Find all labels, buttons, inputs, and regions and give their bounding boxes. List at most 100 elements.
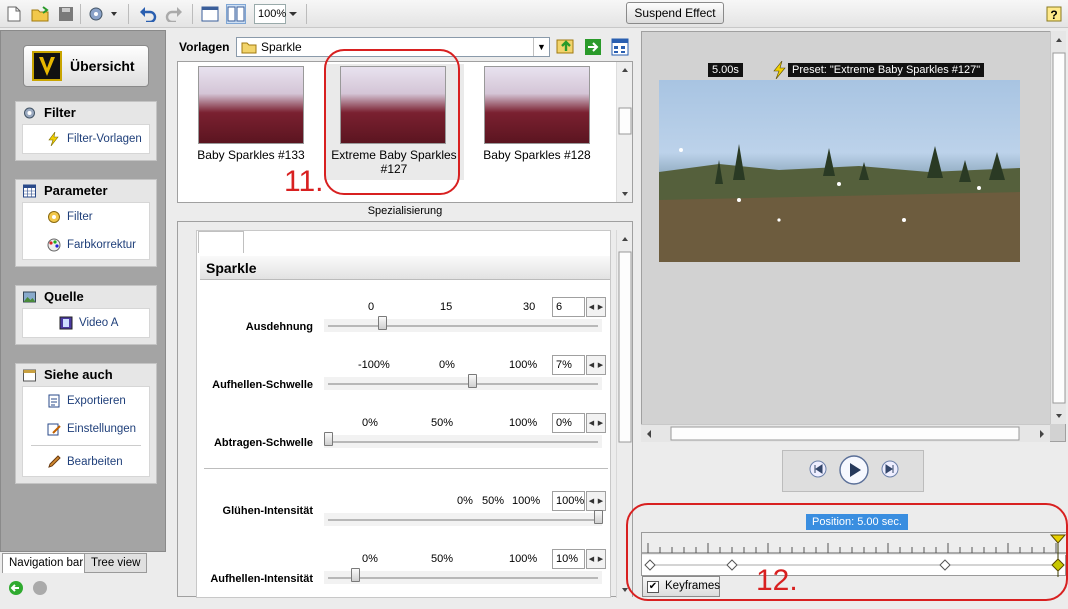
toolbar-separator xyxy=(306,4,307,24)
param-label: Aufhellen-Schwelle xyxy=(212,379,313,391)
gallery-scrollbar[interactable] xyxy=(616,62,632,202)
forward-disabled-icon[interactable] xyxy=(32,580,48,596)
param-spinner[interactable]: ◀ ▶ xyxy=(586,297,606,317)
next-frame-icon[interactable] xyxy=(881,460,899,478)
nav-item-einstellungen[interactable]: Einstellungen xyxy=(23,415,149,443)
param-value-field[interactable]: 100% xyxy=(552,491,585,511)
zoom-dropdown-icon[interactable] xyxy=(286,4,300,24)
nav-item-video-a[interactable]: Video A xyxy=(23,309,149,337)
preset-item[interactable]: Baby Sparkles #133 xyxy=(180,64,314,180)
folder-up-icon[interactable] xyxy=(556,36,576,56)
single-view-icon[interactable] xyxy=(200,4,220,24)
param-slider-track[interactable] xyxy=(324,435,602,448)
preset-thumbnail xyxy=(198,66,304,144)
nav-group-body: Filter Farbkorrektur xyxy=(22,202,150,260)
nav-item-filter-vorlagen[interactable]: Filter-Vorlagen xyxy=(23,125,149,153)
arrow-left-icon[interactable]: ◀ xyxy=(587,298,596,316)
tick-label: 100% xyxy=(509,359,538,371)
param-slider-thumb[interactable] xyxy=(594,510,603,524)
param-spinner[interactable]: ◀ ▶ xyxy=(586,413,606,433)
play-icon[interactable] xyxy=(839,455,869,485)
tab-tree-view[interactable]: Tree view xyxy=(84,553,148,573)
previous-frame-icon[interactable] xyxy=(809,460,827,478)
zoom-field[interactable]: 100% xyxy=(254,4,286,24)
arrow-left-icon[interactable]: ◀ xyxy=(587,492,596,510)
param-spinner[interactable]: ◀ ▶ xyxy=(586,549,606,569)
brush-icon xyxy=(48,455,61,468)
suspend-effect-button[interactable]: Suspend Effect xyxy=(626,2,724,24)
param-slider-track[interactable] xyxy=(324,319,602,332)
lightning-icon xyxy=(48,132,59,146)
nav-group-siehe-auch: Siehe auch Exportieren Einstellungen Bea… xyxy=(15,363,157,484)
arrow-left-icon[interactable]: ◀ xyxy=(587,550,596,568)
nav-item-label: Video A xyxy=(79,317,119,329)
back-arrow-icon[interactable] xyxy=(8,580,24,596)
nav-group-title: Filter xyxy=(16,102,156,124)
nav-group-body: Filter-Vorlagen xyxy=(22,124,150,154)
param-slider-thumb[interactable] xyxy=(468,374,478,388)
param-value-field[interactable]: 6 xyxy=(552,297,585,317)
playback-controls xyxy=(782,450,924,492)
preset-folder-value: Sparkle xyxy=(261,40,302,54)
param-spinner[interactable]: ◀ ▶ xyxy=(586,491,606,511)
arrow-right-icon[interactable]: ▶ xyxy=(596,550,605,568)
settings-edit-icon xyxy=(47,423,61,436)
arrow-left-icon[interactable]: ◀ xyxy=(587,356,596,374)
arrow-right-icon[interactable]: ▶ xyxy=(596,298,605,316)
overview-button[interactable]: Übersicht xyxy=(23,45,149,87)
tick-label: 50% xyxy=(431,553,454,565)
param-row: Aufhellen-Intensität 0% 50% 100% 10% ◀ ▶ xyxy=(196,549,611,609)
nav-item-filter[interactable]: Filter xyxy=(23,203,149,231)
arrow-left-icon[interactable]: ◀ xyxy=(587,414,596,432)
arrow-right-icon[interactable]: ▶ xyxy=(596,356,605,374)
image-icon xyxy=(23,291,36,303)
toolbar-separator xyxy=(80,4,81,24)
param-value-field[interactable]: 7% xyxy=(552,355,585,375)
chevron-down-icon[interactable]: ▼ xyxy=(533,38,549,56)
param-spinner[interactable]: ◀ ▶ xyxy=(586,355,606,375)
render-dropdown-icon[interactable] xyxy=(86,4,120,24)
tick-label: 0% xyxy=(439,359,455,371)
tick-label: 0% xyxy=(362,553,378,565)
nav-item-label: Filter-Vorlagen xyxy=(67,133,142,145)
toolbar-separator xyxy=(192,4,193,24)
param-row: Ausdehnung 0 15 30 6 ◀ ▶ xyxy=(196,297,611,357)
preview-horizontal-scrollbar[interactable] xyxy=(641,424,1050,442)
preview-vertical-scrollbar[interactable] xyxy=(1050,31,1066,424)
parameter-tab[interactable] xyxy=(198,231,244,253)
preview-preset-label: Preset: "Extreme Baby Sparkles #127" xyxy=(788,63,985,77)
nav-item-label: Farbkorrektur xyxy=(67,239,137,251)
param-slider-thumb[interactable] xyxy=(324,432,333,446)
logo-icon xyxy=(32,51,62,81)
annotation-label-12: 12. xyxy=(756,564,798,597)
open-folder-icon[interactable] xyxy=(30,4,50,24)
nav-item-exportieren[interactable]: Exportieren xyxy=(23,387,149,415)
nav-group-title: Parameter xyxy=(16,180,156,202)
import-arrow-icon[interactable] xyxy=(584,38,602,56)
nav-item-farbkorrektur[interactable]: Farbkorrektur xyxy=(23,231,149,259)
view-mode-icon[interactable] xyxy=(611,38,629,56)
arrow-right-icon[interactable]: ▶ xyxy=(596,414,605,432)
split-view-icon[interactable] xyxy=(226,4,246,24)
redo-icon[interactable] xyxy=(164,4,184,24)
tick-label: 15 xyxy=(440,301,453,313)
nav-item-bearbeiten[interactable]: Bearbeiten xyxy=(23,448,149,476)
preset-item[interactable]: Baby Sparkles #128 xyxy=(466,64,600,180)
nav-group-filter: Filter Filter-Vorlagen xyxy=(15,101,157,161)
new-file-icon[interactable] xyxy=(4,4,24,24)
param-value-field[interactable]: 0% xyxy=(552,413,585,433)
help-icon[interactable]: ? xyxy=(1044,4,1064,24)
param-slider-track[interactable] xyxy=(324,377,602,390)
tab-navigation-bar[interactable]: Navigation bar xyxy=(2,553,91,573)
color-palette-icon xyxy=(47,238,61,252)
undo-icon[interactable] xyxy=(138,4,158,24)
param-slider-thumb[interactable] xyxy=(351,568,360,582)
param-slider-track[interactable] xyxy=(324,571,602,584)
arrow-right-icon[interactable]: ▶ xyxy=(596,492,605,510)
toolbar-separator xyxy=(128,4,129,24)
save-icon[interactable] xyxy=(56,4,76,24)
param-value-field[interactable]: 10% xyxy=(552,549,585,569)
param-slider-thumb[interactable] xyxy=(378,316,387,330)
param-slider-track[interactable] xyxy=(324,513,602,526)
param-label: Glühen-Intensität xyxy=(222,505,313,517)
